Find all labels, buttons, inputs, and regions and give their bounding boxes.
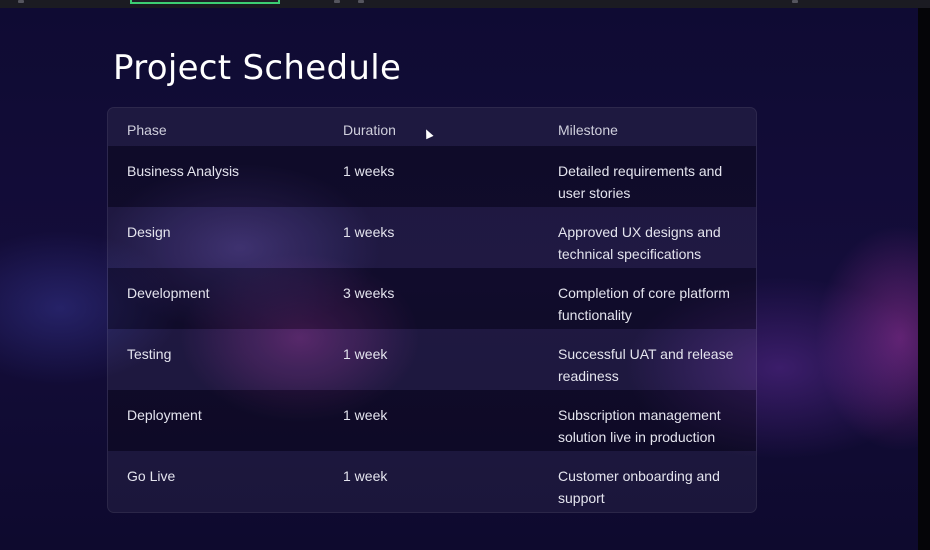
toolbar-stub [792, 0, 798, 3]
column-header-milestone: Milestone [558, 122, 618, 138]
table-row: Deployment 1 week Subscription managemen… [108, 390, 756, 451]
window-edge [918, 8, 930, 550]
phase-cell: Go Live [127, 468, 176, 484]
milestone-cell: Subscription management solution live in… [558, 407, 721, 445]
duration-cell: 1 weeks [343, 163, 395, 179]
window-top-bar [0, 0, 930, 8]
duration-cell: 3 weeks [343, 285, 395, 301]
table-row: Testing 1 week Successful UAT and releas… [108, 329, 756, 390]
toolbar-stub [358, 0, 364, 3]
milestone-cell: Successful UAT and release readiness [558, 346, 734, 384]
phase-cell: Deployment [127, 407, 202, 423]
phase-cell: Design [127, 224, 171, 240]
phase-cell: Development [127, 285, 210, 301]
milestone-cell: Approved UX designs and technical specif… [558, 224, 721, 262]
duration-cell: 1 week [343, 468, 388, 484]
milestone-cell: Detailed requirements and user stories [558, 163, 723, 201]
toolbar-stub [334, 0, 340, 3]
table-row: Development 3 weeks Completion of core p… [108, 268, 756, 329]
toolbar-stub [18, 0, 24, 3]
phase-cell: Business Analysis [127, 163, 240, 179]
page-title: Project Schedule [113, 48, 402, 88]
table-row: Design 1 weeks Approved UX designs and t… [108, 207, 756, 268]
milestone-cell: Completion of core platform functionalit… [558, 285, 730, 323]
column-header-phase: Phase [127, 122, 167, 138]
active-tab-indicator[interactable] [130, 0, 280, 4]
duration-cell: 1 week [343, 346, 388, 362]
duration-cell: 1 week [343, 407, 388, 423]
table-row: Business Analysis 1 weeks Detailed requi… [108, 146, 756, 207]
schedule-table: Phase Duration Milestone Business Analys… [107, 107, 757, 513]
duration-cell: 1 weeks [343, 224, 395, 240]
table-header-row: Phase Duration Milestone [108, 108, 756, 146]
table-row: Go Live 1 week Customer onboarding and s… [108, 451, 756, 512]
milestone-cell: Customer onboarding and support [558, 468, 720, 506]
phase-cell: Testing [127, 346, 172, 362]
